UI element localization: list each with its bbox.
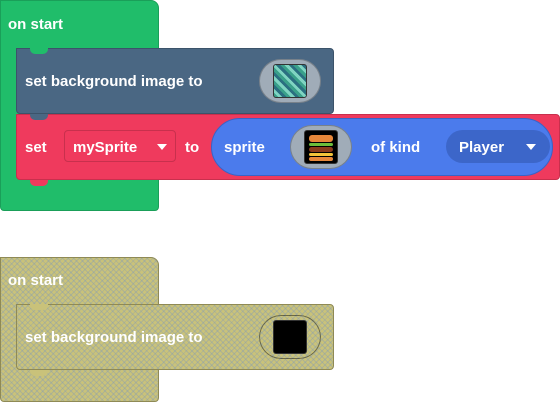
to-label: to bbox=[185, 139, 200, 156]
empty-image-thumbnail bbox=[273, 320, 307, 354]
block-notch bbox=[30, 304, 48, 310]
on-start-label: on start bbox=[8, 16, 64, 33]
block-notch bbox=[30, 180, 48, 186]
set-label: set bbox=[25, 139, 47, 156]
sprite-label: sprite bbox=[224, 139, 265, 156]
variable-name: mySprite bbox=[73, 139, 138, 156]
set-background-label-disabled: set background image to bbox=[25, 329, 203, 346]
chevron-down-icon bbox=[157, 144, 167, 150]
of-kind-label: of kind bbox=[371, 139, 421, 156]
block-notch bbox=[30, 48, 48, 54]
on-start-label-disabled: on start bbox=[8, 272, 64, 289]
block-notch bbox=[30, 114, 48, 120]
background-image-thumbnail bbox=[273, 64, 307, 98]
chevron-down-icon bbox=[526, 144, 536, 150]
set-background-label: set background image to bbox=[25, 73, 203, 90]
kind-value: Player bbox=[459, 139, 505, 156]
block-notch bbox=[30, 370, 48, 376]
burger-sprite-icon bbox=[304, 130, 338, 164]
